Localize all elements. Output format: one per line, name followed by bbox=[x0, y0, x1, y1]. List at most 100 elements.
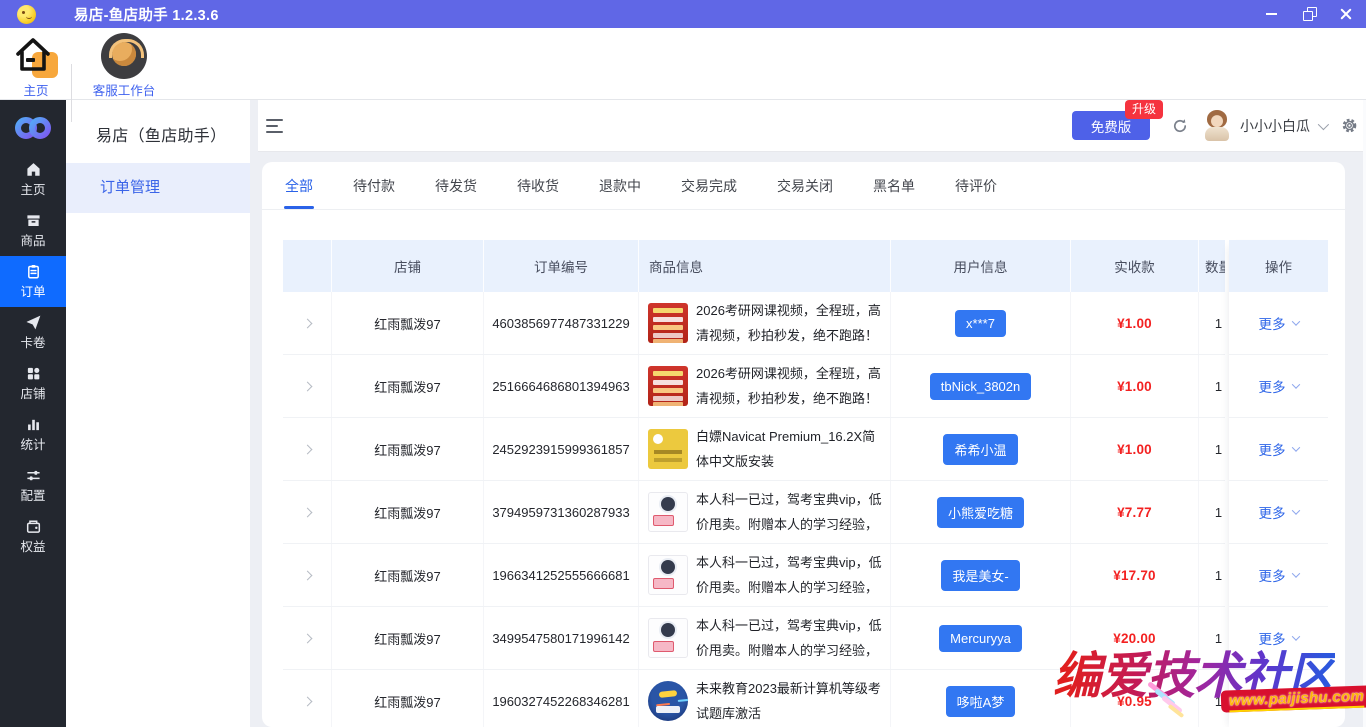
restore-button[interactable] bbox=[1290, 0, 1327, 28]
rail-item-label: 商品 bbox=[20, 230, 45, 249]
rail-item-orders[interactable]: 订单 bbox=[0, 256, 66, 307]
chevron-down-icon[interactable] bbox=[1318, 118, 1329, 129]
close-button[interactable] bbox=[1327, 0, 1364, 28]
expand-row-icon[interactable] bbox=[302, 318, 312, 328]
expand-row-icon[interactable] bbox=[302, 633, 312, 643]
settings-gear-icon[interactable] bbox=[1341, 117, 1358, 134]
expand-row-icon[interactable] bbox=[302, 381, 312, 391]
refresh-icon[interactable] bbox=[1172, 118, 1188, 134]
restore-icon bbox=[1304, 10, 1313, 19]
table-scroll-area[interactable]: 店铺 订单编号 商品信息 用户信息 实收款 数量 红雨瓢泼97 46038569… bbox=[283, 240, 1225, 727]
rail-item-goods[interactable]: 商品 bbox=[0, 205, 66, 256]
workbench-shortcut[interactable]: 客服工作台 bbox=[86, 33, 162, 99]
tab-pending-review[interactable]: 待评价 bbox=[955, 176, 997, 209]
tab-closed[interactable]: 交易关闭 bbox=[777, 176, 833, 209]
amount-received: ¥17.70 bbox=[1113, 568, 1156, 583]
submenu-title: 易店（鱼店助手） bbox=[66, 100, 250, 146]
col-header-amount: 实收款 bbox=[1071, 240, 1199, 292]
rail-item-home[interactable]: 主页 bbox=[0, 154, 66, 205]
main-header: 免费版 升级 小小小白瓜 bbox=[258, 100, 1366, 152]
more-actions-button[interactable]: 更多 bbox=[1259, 313, 1299, 333]
tab-refunding[interactable]: 退款中 bbox=[599, 176, 641, 209]
submenu-panel: 易店（鱼店助手） 订单管理 bbox=[66, 100, 250, 727]
minimize-button[interactable] bbox=[1253, 0, 1290, 28]
store-name: 红雨瓢泼97 bbox=[332, 607, 484, 669]
store-name: 红雨瓢泼97 bbox=[332, 292, 484, 354]
config-sliders-icon bbox=[26, 468, 41, 483]
chevron-down-icon bbox=[1291, 506, 1299, 514]
buyer-nickname-tag[interactable]: 我是美女- bbox=[941, 560, 1019, 591]
amount-received: ¥7.77 bbox=[1117, 505, 1152, 520]
free-plan-button[interactable]: 免费版 升级 bbox=[1072, 111, 1150, 140]
chevron-down-icon bbox=[1291, 380, 1299, 388]
more-label: 更多 bbox=[1259, 313, 1286, 333]
buyer-nickname-tag[interactable]: 希希小温 bbox=[943, 434, 1017, 465]
more-actions-button[interactable]: 更多 bbox=[1259, 439, 1299, 459]
amount-received: ¥0.95 bbox=[1117, 694, 1152, 709]
product-title: 本人科一已过，驾考宝典vip，低价甩卖。附赠本人的学习经验， bbox=[696, 550, 882, 600]
table-header-row: 店铺 订单编号 商品信息 用户信息 实收款 数量 bbox=[283, 240, 1225, 292]
tab-pending-payment[interactable]: 待付款 bbox=[353, 176, 395, 209]
tab-blacklist[interactable]: 黑名单 bbox=[873, 176, 915, 209]
quantity: 1 bbox=[1199, 481, 1225, 543]
store-name: 红雨瓢泼97 bbox=[332, 670, 484, 727]
product-thumbnail bbox=[648, 618, 688, 658]
rail-item-label: 权益 bbox=[20, 536, 45, 555]
expand-row-icon[interactable] bbox=[302, 507, 312, 517]
tab-pending-receipt[interactable]: 待收货 bbox=[517, 176, 559, 209]
col-header-user: 用户信息 bbox=[891, 240, 1071, 292]
table-row: 红雨瓢泼97 3499547580171996142 本人科一已过，驾考宝典vi… bbox=[283, 607, 1225, 670]
collapse-menu-icon[interactable] bbox=[266, 119, 284, 133]
more-actions-button[interactable]: 更多 bbox=[1259, 502, 1299, 522]
buyer-nickname-tag[interactable]: Mercuryya bbox=[939, 625, 1022, 652]
home-shortcut[interactable]: 主页 bbox=[8, 33, 64, 99]
more-label: 更多 bbox=[1259, 691, 1286, 711]
more-label: 更多 bbox=[1259, 439, 1286, 459]
buyer-nickname-tag[interactable]: 小熊爱吃糖 bbox=[937, 497, 1024, 528]
username[interactable]: 小小小白瓜 bbox=[1240, 116, 1310, 136]
more-actions-button[interactable]: 更多 bbox=[1259, 691, 1299, 711]
order-number: 2452923915999361857 bbox=[484, 418, 639, 480]
quantity: 1 bbox=[1199, 418, 1225, 480]
product-thumbnail bbox=[648, 555, 688, 595]
product-title: 未来教育2023最新计算机等级考试题库激活 bbox=[696, 676, 882, 726]
product-thumbnail bbox=[648, 429, 688, 469]
rail-item-benefits[interactable]: 权益 bbox=[0, 511, 66, 562]
quantity: 1 bbox=[1199, 670, 1225, 727]
tab-pending-shipment[interactable]: 待发货 bbox=[435, 176, 477, 209]
more-label: 更多 bbox=[1259, 376, 1286, 396]
expand-row-icon[interactable] bbox=[302, 570, 312, 580]
user-avatar[interactable] bbox=[1202, 110, 1232, 141]
tab-all[interactable]: 全部 bbox=[285, 176, 313, 209]
expand-row-icon[interactable] bbox=[302, 444, 312, 454]
rail-item-config[interactable]: 配置 bbox=[0, 460, 66, 511]
window-title: 易店-鱼店助手 1.2.3.6 bbox=[74, 4, 219, 25]
close-icon bbox=[1340, 8, 1352, 20]
submenu-item-order-management[interactable]: 订单管理 bbox=[66, 163, 250, 213]
product-thumbnail bbox=[648, 366, 688, 406]
amount-received: ¥20.00 bbox=[1113, 631, 1156, 646]
more-actions-button[interactable]: 更多 bbox=[1259, 376, 1299, 396]
shop-grid-icon bbox=[26, 366, 41, 381]
buyer-nickname-tag[interactable]: tbNick_3802n bbox=[930, 373, 1032, 400]
free-plan-label: 免费版 bbox=[1091, 120, 1132, 135]
buyer-nickname-tag[interactable]: x***7 bbox=[955, 310, 1006, 337]
col-header-store: 店铺 bbox=[332, 240, 484, 292]
more-actions-button[interactable]: 更多 bbox=[1259, 565, 1299, 585]
buyer-nickname-tag[interactable]: 哆啦A梦 bbox=[946, 686, 1016, 717]
more-actions-button[interactable]: 更多 bbox=[1259, 628, 1299, 648]
rail-item-coupons[interactable]: 卡卷 bbox=[0, 307, 66, 358]
brand-cloud-icon bbox=[13, 113, 53, 143]
table-row: 红雨瓢泼97 2452923915999361857 白嫖Navicat Pre… bbox=[283, 418, 1225, 481]
rail-item-stats[interactable]: 统计 bbox=[0, 409, 66, 460]
expand-row-icon[interactable] bbox=[302, 696, 312, 706]
rail-item-shops[interactable]: 店铺 bbox=[0, 358, 66, 409]
col-header-qty: 数量 bbox=[1199, 240, 1225, 292]
table-row: 红雨瓢泼97 1966341252555666681 本人科一已过，驾考宝典vi… bbox=[283, 544, 1225, 607]
table-row: 红雨瓢泼97 4603856977487331229 2026考研网课视频，全程… bbox=[283, 292, 1225, 355]
benefits-wallet-icon bbox=[26, 519, 41, 534]
tab-completed[interactable]: 交易完成 bbox=[681, 176, 737, 209]
chevron-down-icon bbox=[1291, 632, 1299, 640]
store-name: 红雨瓢泼97 bbox=[332, 355, 484, 417]
order-number: 1960327452268346281 bbox=[484, 670, 639, 727]
